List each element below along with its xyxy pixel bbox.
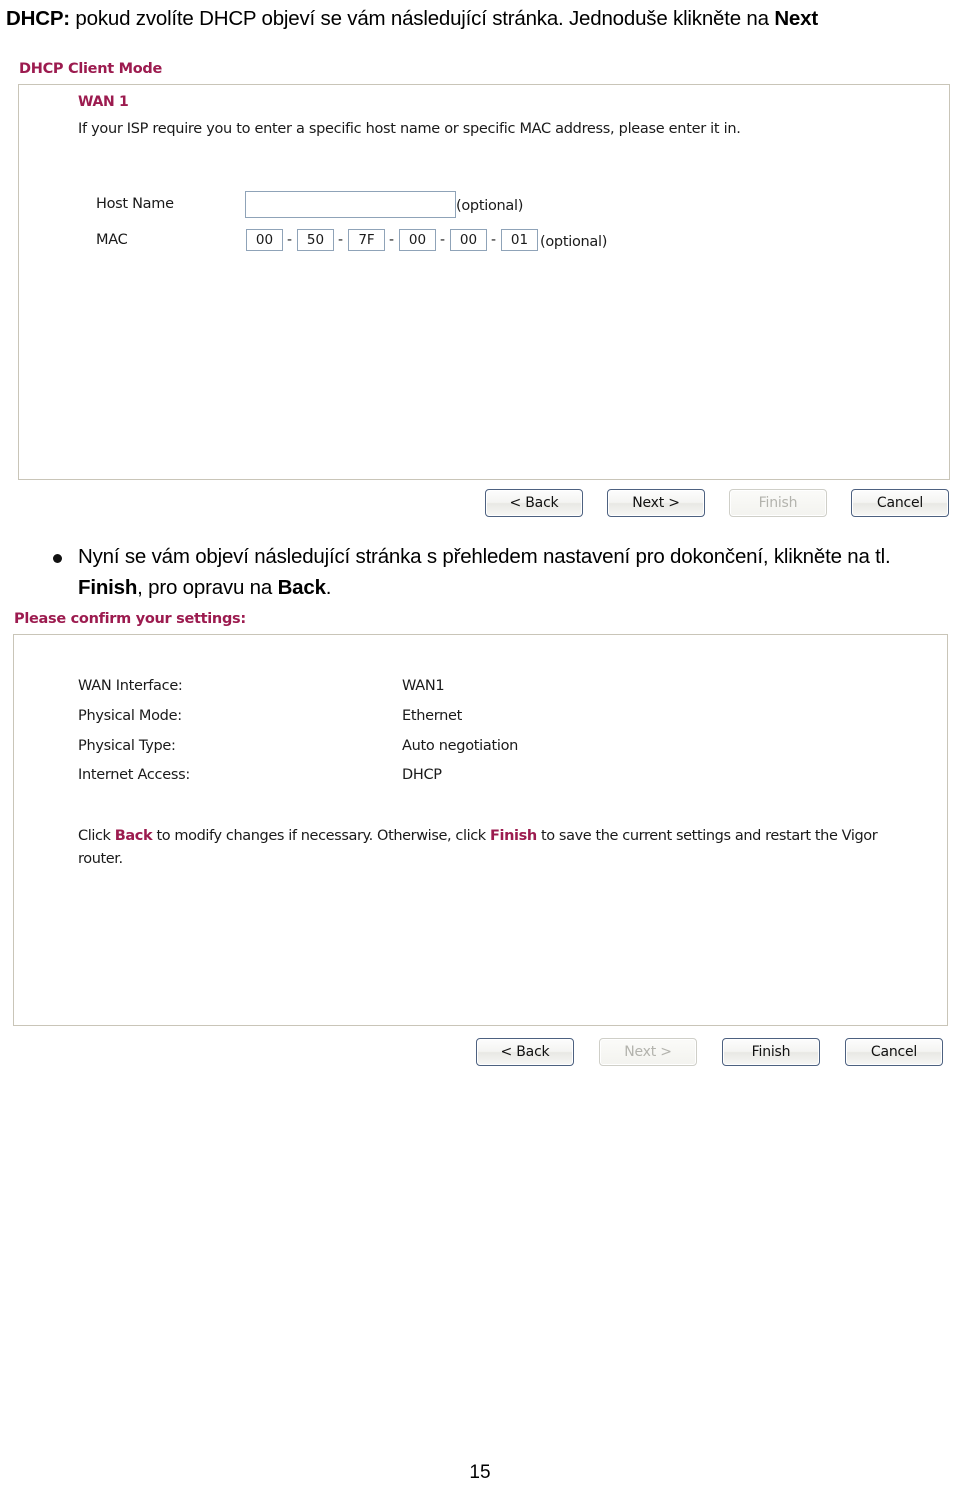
- intro-lead: DHCP:: [6, 7, 70, 30]
- confirm-note-p1: Click: [78, 828, 115, 844]
- mac-octet-6[interactable]: [501, 229, 538, 251]
- intro-body: pokud zvolíte DHCP objeví se vám následu…: [69, 7, 775, 30]
- mac-octet-4[interactable]: [399, 229, 436, 251]
- mac-separator-5: -: [491, 232, 497, 248]
- physical-mode-value: Ethernet: [402, 708, 463, 724]
- dhcp-cancel-button[interactable]: Cancel: [851, 489, 949, 517]
- bullet-line-2-mid: , pro opravu na: [137, 576, 278, 599]
- mac-separator-2: -: [338, 232, 344, 248]
- dhcp-back-button[interactable]: < Back: [485, 489, 583, 517]
- dhcp-description: If your ISP require you to enter a speci…: [78, 121, 741, 137]
- dhcp-next-button[interactable]: Next >: [607, 489, 705, 517]
- bullet-line-2-pre: klikněte na tl.: [773, 545, 891, 568]
- mac-optional-note: (optional): [540, 234, 608, 250]
- physical-type-value: Auto negotiation: [402, 738, 519, 754]
- mac-separator-1: -: [287, 232, 293, 248]
- bullet-finish-emphasis: Finish: [78, 576, 138, 599]
- page-number: 15: [469, 1462, 491, 1483]
- confirm-settings-title: Please confirm your settings:: [14, 611, 246, 627]
- wan-interface-value: WAN1: [402, 678, 445, 694]
- host-name-label: Host Name: [96, 196, 174, 212]
- host-name-optional-note: (optional): [456, 198, 524, 214]
- bullet-line-2-end: .: [325, 576, 332, 599]
- confirm-note-finish: Finish: [490, 828, 537, 844]
- bullet-point-icon: [53, 554, 62, 563]
- confirm-next-button: Next >: [599, 1038, 697, 1066]
- mac-octet-5[interactable]: [450, 229, 487, 251]
- mac-separator-4: -: [440, 232, 446, 248]
- confirm-note-back: Back: [114, 828, 153, 844]
- dhcp-finish-button: Finish: [729, 489, 827, 517]
- confirm-back-button[interactable]: < Back: [476, 1038, 574, 1066]
- internet-access-value: DHCP: [402, 767, 442, 783]
- confirm-finish-button[interactable]: Finish: [722, 1038, 820, 1066]
- mac-octet-2[interactable]: [297, 229, 334, 251]
- confirm-cancel-button[interactable]: Cancel: [845, 1038, 943, 1066]
- wan-interface-label: WAN Interface:: [78, 678, 183, 694]
- bullet-line-1: Nyní se vám objeví následující stránka s…: [78, 545, 769, 568]
- mac-octet-1[interactable]: [246, 229, 283, 251]
- mac-separator-3: -: [389, 232, 395, 248]
- bullet-paragraph: Nyní se vám objeví následující stránka s…: [78, 541, 948, 603]
- internet-access-label: Internet Access:: [78, 767, 190, 783]
- host-name-input[interactable]: [245, 191, 456, 218]
- dhcp-client-mode-title: DHCP Client Mode: [19, 61, 163, 77]
- physical-type-label: Physical Type:: [78, 738, 176, 754]
- intro-emphasis: Next: [774, 7, 818, 30]
- physical-mode-label: Physical Mode:: [78, 708, 182, 724]
- intro-paragraph: DHCP: pokud zvolíte DHCP objeví se vám n…: [6, 4, 956, 34]
- wan1-label: WAN 1: [78, 94, 129, 110]
- confirm-note: Click Back to modify changes if necessar…: [78, 825, 878, 871]
- bullet-back-emphasis: Back: [277, 576, 326, 599]
- dhcp-client-mode-panel: [18, 84, 950, 480]
- confirm-note-p2: to modify changes if necessary. Otherwis…: [152, 828, 491, 844]
- mac-label: MAC: [96, 232, 128, 248]
- mac-octet-3[interactable]: [348, 229, 385, 251]
